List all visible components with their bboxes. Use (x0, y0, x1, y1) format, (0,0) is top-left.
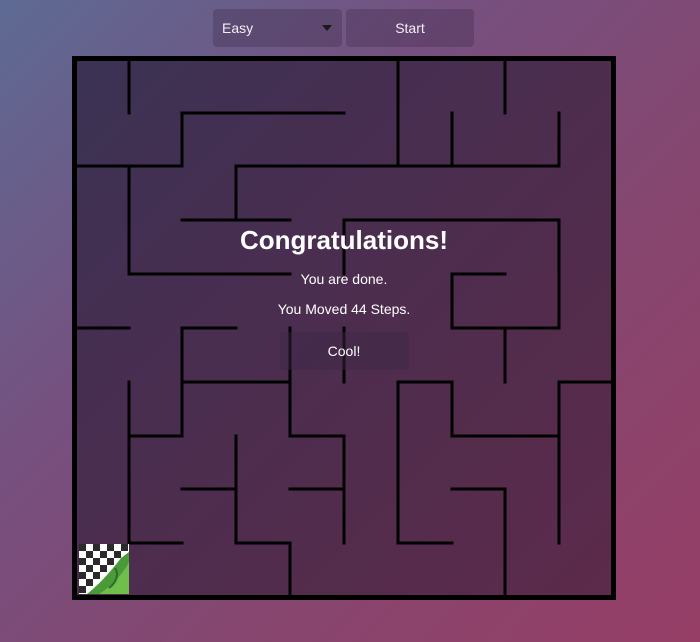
game-controls: Easy Start (0, 9, 700, 47)
difficulty-select[interactable]: Easy (213, 9, 342, 47)
checkered-flag-icon (79, 544, 129, 594)
completion-message: Congratulations! You are done. You Moved… (72, 220, 616, 370)
difficulty-selected-value: Easy (222, 20, 254, 36)
congratulations-title: Congratulations! (240, 225, 448, 255)
chevron-down-icon (322, 25, 332, 31)
step-count-text: You Moved 44 Steps. (277, 301, 411, 317)
cool-button[interactable]: Cool! (279, 332, 409, 370)
completion-text: You are done. (300, 271, 388, 287)
start-button[interactable]: Start (346, 9, 474, 47)
